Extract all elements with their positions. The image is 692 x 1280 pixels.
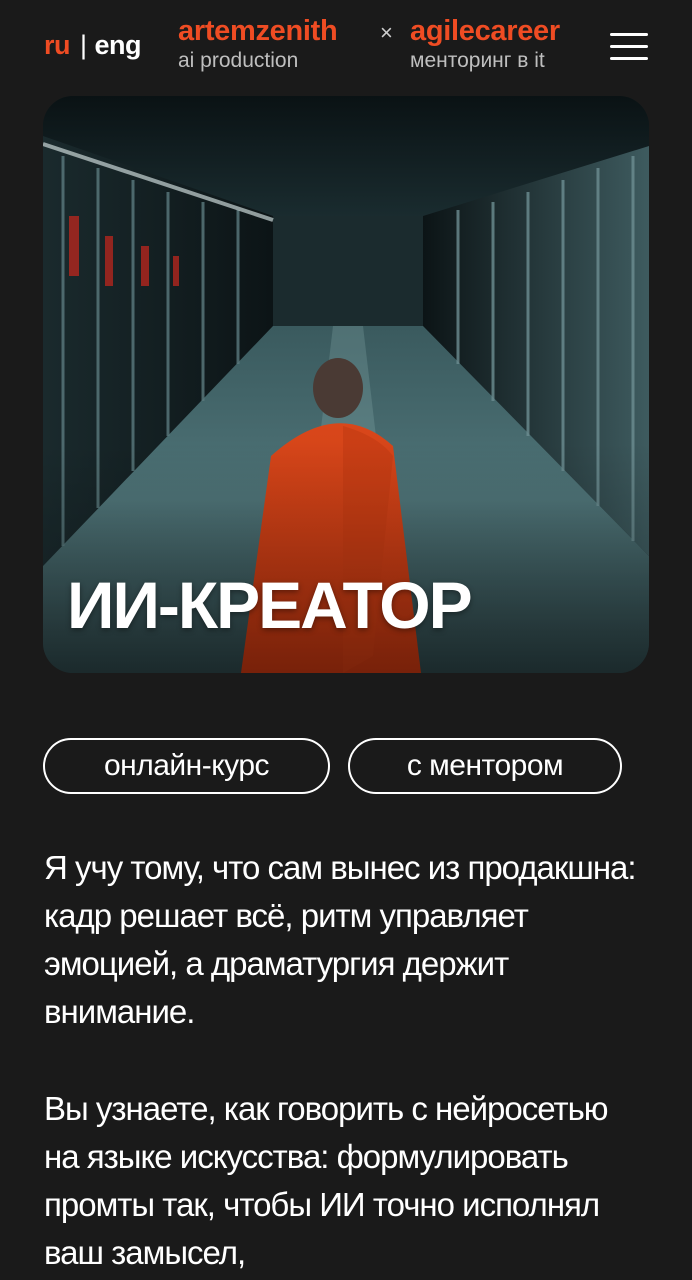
lang-separator: | bbox=[80, 30, 87, 60]
description-paragraph: Вы узнаете, как говорить с нейросетью на… bbox=[44, 1090, 609, 1271]
lang-ru-link[interactable]: ru bbox=[44, 30, 71, 61]
brand-artemzenith-subtitle: ai production bbox=[178, 49, 299, 72]
hero-image: ИИ-КРЕАТОР bbox=[43, 96, 649, 673]
course-tags: онлайн-курс с ментором bbox=[43, 738, 622, 794]
brand-agilecareer[interactable]: agilecareer менторинг в it bbox=[410, 14, 560, 74]
tag-online-course: онлайн-курс bbox=[43, 738, 330, 794]
brand-agilecareer-name: agilecareer bbox=[410, 15, 560, 47]
intro-paragraph: Я учу тому, что сам вынес из продакшна: … bbox=[44, 849, 637, 1030]
brand-agilecareer-subtitle: менторинг в it bbox=[410, 49, 545, 72]
hero-title: ИИ-КРЕАТОР bbox=[67, 568, 473, 642]
tag-with-mentor: с ментором bbox=[348, 738, 622, 794]
lang-eng-link[interactable]: eng bbox=[95, 30, 142, 61]
site-header: ru | eng artemzenith ai production × agi… bbox=[0, 0, 692, 90]
hamburger-menu-icon[interactable] bbox=[610, 33, 648, 61]
collab-cross: × bbox=[380, 20, 393, 45]
brand-artemzenith[interactable]: artemzenith ai production bbox=[178, 14, 338, 74]
language-switcher: ru | eng bbox=[44, 30, 142, 61]
brand-artemzenith-name: artemzenith bbox=[178, 15, 338, 47]
